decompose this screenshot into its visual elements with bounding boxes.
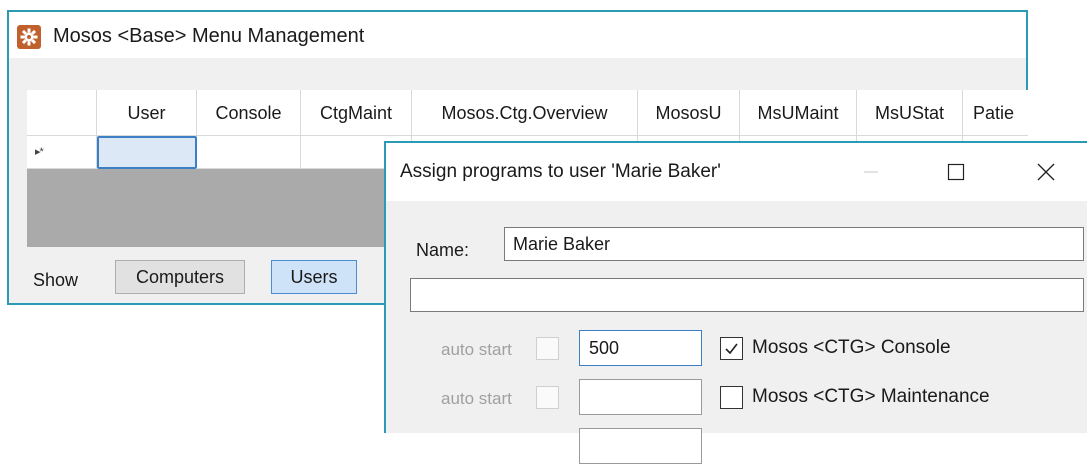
column-header-msumaint[interactable]: MsUMaint [740, 90, 857, 136]
column-header-ctgmaint[interactable]: CtgMaint [301, 90, 412, 136]
minimize-icon [864, 171, 878, 173]
name-field[interactable]: Marie Baker [504, 227, 1084, 261]
column-header-msustat[interactable]: MsUStat [857, 90, 963, 136]
grid-cell-user[interactable] [97, 136, 197, 169]
dialog-title-bar[interactable]: Assign programs to user 'Marie Baker' [386, 143, 1087, 201]
auto-start-checkbox[interactable] [536, 386, 559, 409]
grid-header-row: User Console CtgMaint Mosos.Ctg.Overview… [27, 90, 1028, 136]
window-title: Mosos <Base> Menu Management [53, 25, 365, 47]
checkmark-icon [725, 343, 738, 355]
program-order-field[interactable] [579, 379, 702, 415]
show-label: Show [33, 270, 79, 290]
column-header-mososu[interactable]: MososU [638, 90, 740, 136]
grid-cell-console[interactable] [197, 136, 301, 169]
program-checkbox[interactable] [720, 386, 743, 409]
users-button[interactable]: Users [271, 260, 357, 294]
description-field[interactable] [410, 278, 1084, 312]
minimize-button[interactable] [841, 143, 901, 201]
dialog-title: Assign programs to user 'Marie Baker' [400, 161, 721, 182]
auto-start-checkbox[interactable] [536, 337, 559, 360]
maximize-button[interactable] [926, 143, 986, 201]
maximize-icon [947, 163, 965, 181]
program-checkbox[interactable] [720, 337, 743, 360]
gear-icon [17, 25, 41, 49]
name-label: Name: [416, 240, 470, 260]
new-row-marker: ▸* [27, 136, 97, 169]
column-header-patie[interactable]: Patie [963, 90, 1028, 136]
close-button[interactable] [1016, 143, 1076, 201]
program-row [386, 428, 1087, 468]
program-label: Mosos <CTG> Maintenance [752, 386, 990, 407]
column-header-mosos-ctg-overview[interactable]: Mosos.Ctg.Overview [412, 90, 638, 136]
program-row: auto start 500 Mosos <CTG> Console [386, 330, 1087, 370]
program-order-field[interactable] [579, 428, 702, 464]
computers-button[interactable]: Computers [115, 260, 245, 294]
program-order-field[interactable]: 500 [579, 330, 702, 366]
column-header-console[interactable]: Console [197, 90, 301, 136]
auto-start-label: auto start [441, 340, 512, 359]
program-row: auto start Mosos <CTG> Maintenance [386, 379, 1087, 419]
auto-start-label: auto start [441, 389, 512, 408]
column-header-user[interactable]: User [97, 90, 197, 136]
close-icon [1037, 163, 1055, 181]
grid-row-header-corner [27, 90, 97, 136]
main-title-bar: Mosos <Base> Menu Management [9, 12, 1026, 58]
assign-programs-dialog: Assign programs to user 'Marie Baker' Na… [384, 141, 1087, 464]
program-label: Mosos <CTG> Console [752, 337, 951, 358]
